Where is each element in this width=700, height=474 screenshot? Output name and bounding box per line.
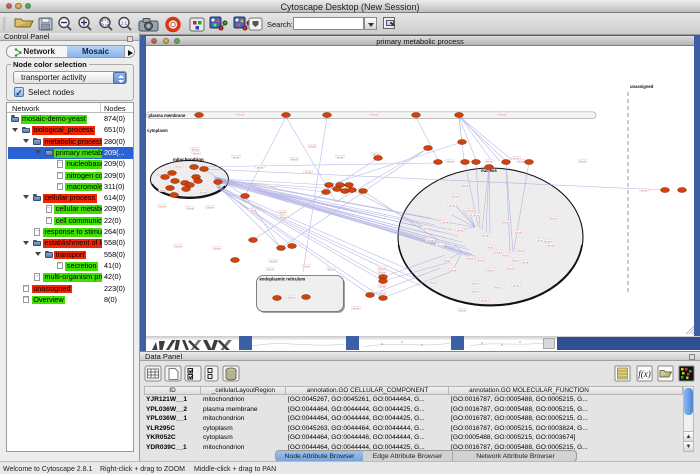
svg-text:GO-nd: GO-nd	[303, 266, 310, 268]
svg-text:GO-nd: GO-nd	[279, 212, 286, 214]
svg-text:GO-nd: GO-nd	[160, 190, 167, 192]
svg-text:GO-nd: GO-nd	[427, 240, 434, 242]
svg-text:GO-nd: GO-nd	[267, 269, 274, 271]
svg-text:GO-nd: GO-nd	[288, 297, 295, 299]
svg-text:GO-nd: GO-nd	[233, 157, 240, 159]
svg-text:GO-nd: GO-nd	[291, 159, 298, 161]
svg-text:GO-nd: GO-nd	[280, 217, 287, 219]
svg-text:GO-nd: GO-nd	[379, 286, 386, 288]
svg-text:f(x): f(x)	[638, 369, 651, 379]
svg-text:GO-nd: GO-nd	[175, 166, 182, 168]
svg-text:GO-nd: GO-nd	[547, 245, 554, 247]
svg-text:GO-nd: GO-nd	[477, 260, 484, 262]
svg-text:GO-nd: GO-nd	[159, 206, 166, 208]
svg-text:GO-nd: GO-nd	[486, 161, 493, 163]
svg-text:unassigned: unassigned	[630, 84, 654, 89]
svg-text:GO-nd: GO-nd	[429, 282, 436, 284]
svg-text:GO-nd: GO-nd	[457, 230, 464, 232]
svg-text:GO-nd: GO-nd	[192, 149, 199, 151]
svg-text:GO-nd: GO-nd	[487, 247, 494, 249]
svg-text:GO-nd: GO-nd	[447, 161, 454, 163]
svg-text:GO-nd: GO-nd	[437, 245, 444, 247]
svg-text:GO-nd: GO-nd	[442, 222, 449, 224]
svg-text:1:1: 1:1	[121, 21, 128, 26]
svg-text:GO-nd: GO-nd	[237, 114, 244, 116]
svg-text:GO-nd: GO-nd	[472, 291, 479, 293]
svg-text:GO-nd: GO-nd	[579, 161, 586, 163]
svg-text:GO-nd: GO-nd	[269, 186, 276, 188]
svg-text:GO-nd: GO-nd	[487, 270, 494, 272]
svg-text:GO-nd: GO-nd	[502, 255, 509, 257]
svg-text:GO-nd: GO-nd	[250, 210, 257, 212]
svg-text:GO-nd: GO-nd	[515, 232, 522, 234]
svg-text:GO-nd: GO-nd	[193, 153, 200, 155]
svg-text:GO-nd: GO-nd	[641, 190, 648, 192]
svg-text:GO-nd: GO-nd	[444, 260, 451, 262]
svg-text:GO-nd: GO-nd	[502, 222, 509, 224]
svg-text:GO-nd: GO-nd	[270, 261, 277, 263]
svg-text:GO-nd: GO-nd	[207, 207, 214, 209]
svg-text:GO-nd: GO-nd	[371, 114, 378, 116]
svg-text:GO-nd: GO-nd	[214, 248, 221, 250]
svg-text:GO-nd: GO-nd	[517, 250, 524, 252]
svg-text:GO-nd: GO-nd	[473, 215, 480, 217]
svg-text:GO-nd: GO-nd	[305, 172, 312, 174]
svg-text:GO-nd: GO-nd	[459, 310, 466, 312]
svg-text:GO-nd: GO-nd	[328, 269, 335, 271]
svg-text:mitochondrion: mitochondrion	[173, 157, 204, 162]
svg-text:GO-nd: GO-nd	[353, 308, 360, 310]
svg-text:GO-nd: GO-nd	[481, 300, 488, 302]
svg-text:GO-nd: GO-nd	[507, 268, 514, 270]
svg-text:plasma membrane: plasma membrane	[149, 113, 186, 118]
svg-text:GO-nd: GO-nd	[518, 161, 525, 163]
svg-text:GO-nd: GO-nd	[257, 167, 264, 169]
svg-text:endoplasmic reticulum: endoplasmic reticulum	[260, 277, 306, 282]
svg-text:cytoplasm: cytoplasm	[147, 128, 168, 133]
svg-text:GO-nd: GO-nd	[379, 293, 386, 295]
svg-text:GO-nd: GO-nd	[309, 146, 316, 148]
svg-text:GO-nd: GO-nd	[452, 196, 459, 198]
svg-text:GO-nd: GO-nd	[494, 252, 501, 254]
svg-text:GO-nd: GO-nd	[544, 241, 551, 243]
svg-text:GO-nd: GO-nd	[522, 262, 529, 264]
svg-text:GO-nd: GO-nd	[467, 258, 474, 260]
svg-text:GO-nd: GO-nd	[513, 285, 520, 287]
svg-text:GO-nd: GO-nd	[467, 210, 474, 212]
svg-text:GO-nd: GO-nd	[462, 185, 469, 187]
svg-text:GO-nd: GO-nd	[200, 192, 207, 194]
svg-text:GO-nd: GO-nd	[472, 283, 479, 285]
svg-text:GO-nd: GO-nd	[337, 157, 344, 159]
svg-text:GO-nd: GO-nd	[175, 246, 182, 248]
svg-text:GO-nd: GO-nd	[499, 114, 506, 116]
svg-text:GO-nd: GO-nd	[379, 272, 386, 274]
svg-text:GO-nd: GO-nd	[550, 218, 557, 220]
svg-text:GO-nd: GO-nd	[450, 270, 457, 272]
svg-text:GO-nd: GO-nd	[423, 228, 430, 230]
svg-text:GO-nd: GO-nd	[482, 235, 489, 237]
svg-text:GO-nd: GO-nd	[187, 208, 194, 210]
svg-text:GO-nd: GO-nd	[449, 205, 456, 207]
svg-text:GO-nd: GO-nd	[512, 260, 519, 262]
svg-text:GO-nd: GO-nd	[379, 268, 386, 270]
svg-text:GO-nd: GO-nd	[494, 287, 501, 289]
